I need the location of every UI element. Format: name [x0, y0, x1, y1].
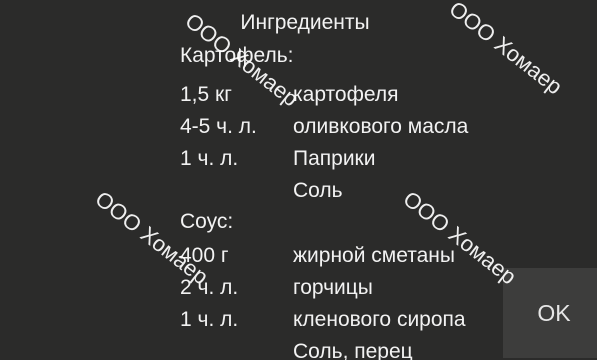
- ingredient-name: картофеля: [293, 83, 399, 106]
- ok-button[interactable]: OK: [503, 268, 597, 358]
- ingredient-qty: 1 ч. л.: [180, 147, 239, 170]
- ingredient-name: оливкового масла: [293, 115, 469, 138]
- ingredient-name: Соль: [293, 179, 343, 202]
- ingredients-title: Ингредиенты: [240, 11, 370, 34]
- ingredient-name: кленового сиропа: [293, 308, 466, 331]
- ingredient-name: горчицы: [293, 276, 373, 299]
- ingredient-qty: 4-5 ч. л.: [180, 115, 257, 138]
- section-heading-potato: Картофель:: [180, 44, 294, 67]
- section-heading-sauce: Соус:: [180, 210, 234, 233]
- ingredient-qty: 400 г: [180, 244, 229, 267]
- ingredient-name: Паприки: [293, 147, 376, 170]
- ingredient-name: жирной сметаны: [293, 244, 455, 267]
- ingredient-qty: 1,5 кг: [180, 83, 232, 106]
- recipe-screen: Ингредиенты Картофель: 1,5 кг картофеля …: [0, 0, 597, 360]
- ingredient-name: Соль, перец: [293, 340, 413, 360]
- ingredient-qty: 1 ч. л.: [180, 308, 239, 331]
- ingredient-qty: 2 ч. л.: [180, 276, 239, 299]
